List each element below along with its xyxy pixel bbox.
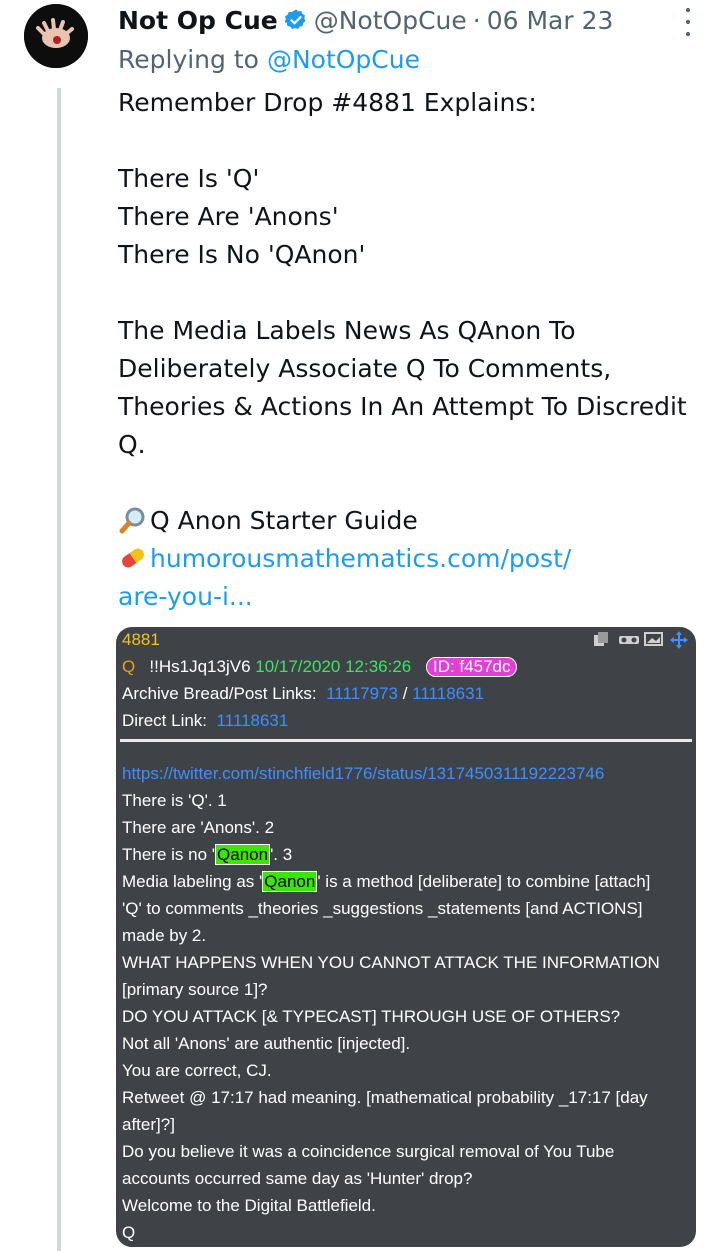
avatar-image: [24, 4, 88, 68]
direct-link-label: Direct Link:: [122, 711, 208, 730]
tweet-line: Deliberately Associate Q To Comments,: [118, 354, 612, 383]
tweet-line: The Media Labels News As QAnon To: [118, 316, 576, 345]
pill-emoji: [122, 548, 144, 568]
archive-label: Archive Bread/Post Links:: [122, 684, 317, 703]
tweet-text: Remember Drop #4881 Explains: There Is '…: [118, 84, 708, 616]
highlight-qanon: Qanon: [262, 871, 318, 892]
replying-to: Replying to @NotOpCue: [118, 40, 420, 78]
drop-text: '. 3: [270, 845, 293, 864]
drop-line: There is no ' Qanon '. 3: [122, 844, 293, 865]
avatar[interactable]: [24, 4, 88, 68]
drop-text: Media labeling as ': [122, 872, 263, 891]
replying-to-handle[interactable]: @NotOpCue: [267, 45, 420, 74]
drop-line: There are 'Anons'. 2: [122, 818, 275, 837]
drop-line: WHAT HAPPENS WHEN YOU CANNOT ATTACK THE …: [122, 953, 660, 972]
more-options-icon[interactable]: [682, 8, 694, 36]
drop-line: after]?]: [122, 1115, 175, 1134]
tripcode: !!Hs1Jq13jV6: [149, 657, 251, 676]
tweet-date[interactable]: 06 Mar 23: [487, 6, 614, 35]
copy-icon[interactable]: [592, 631, 610, 647]
drop-timestamp: 10/17/2020 12:36:26: [255, 657, 412, 676]
drop-line: Do you believe it was a coincidence surg…: [122, 1142, 615, 1161]
tweet-line: Remember Drop #4881 Explains:: [118, 88, 537, 117]
id-badge: ID: f457dc: [425, 657, 518, 677]
archive-separator: /: [402, 684, 408, 703]
image-icon[interactable]: [644, 631, 663, 647]
drop-number: 4881: [122, 630, 160, 650]
magnifying-glass-emoji: [119, 507, 145, 534]
display-name[interactable]: Not Op Cue: [118, 6, 278, 35]
separator-dot: ·: [472, 5, 481, 35]
drop-line: 'Q' to comments _theories _suggestions _…: [122, 899, 643, 918]
external-link-continued[interactable]: are-you-i...: [118, 578, 708, 616]
drop-text: There is no ': [122, 845, 216, 864]
tweet-header: Not Op Cue @NotOpCue · 06 Mar 23: [118, 0, 700, 40]
drop-url-row: https://twitter.com/stinchfield1776/stat…: [122, 764, 604, 784]
thread-line: [57, 88, 61, 1251]
tweet-line: There Is 'Q': [118, 164, 260, 193]
verified-badge-icon: [284, 8, 308, 32]
link-line: humorousmathematics.com/post/: [118, 540, 708, 578]
external-link[interactable]: humorousmathematics.com/post/: [150, 544, 571, 573]
archive-link[interactable]: 11118631: [412, 684, 484, 703]
drop-line: made by 2.: [122, 926, 207, 945]
drop-signature: Q: [122, 1223, 136, 1242]
drop-line: accounts occurred same day as 'Hunter' d…: [122, 1169, 473, 1188]
tweet-line: There Is No 'QAnon': [118, 240, 366, 269]
replying-to-label: Replying to: [118, 44, 259, 74]
guide-label: Q Anon Starter Guide: [150, 506, 418, 535]
drop-line: Media labeling as ' Qanon ' is a method [d…: [122, 871, 651, 892]
drop-url[interactable]: https://twitter.com/stinchfield1776/stat…: [122, 764, 604, 783]
tweet-line: There Are 'Anons': [118, 202, 339, 231]
tweet-line: Q.: [118, 430, 146, 459]
archive-links-row: Archive Bread/Post Links: 11117973 / 111…: [122, 684, 484, 704]
drop-text: ' is a method [deliberate] to combine [a…: [317, 872, 651, 891]
drop-line: DO YOU ATTACK [& TYPECAST] THROUGH USE O…: [122, 1007, 621, 1026]
guide-line: Q Anon Starter Guide: [118, 502, 708, 540]
direct-link[interactable]: 11118631: [216, 711, 288, 730]
glasses-icon[interactable]: [618, 631, 639, 647]
highlight-qanon: Qanon: [215, 844, 271, 865]
drop-line: Retweet @ 17:17 had meaning. [mathematic…: [122, 1088, 648, 1107]
drop-line: Welcome to the Digital Battlefield.: [122, 1196, 376, 1215]
drop-image-card[interactable]: 4881 Q !!Hs1Jq13jV6 10/17/2020 12:36:26 …: [116, 627, 696, 1247]
drop-line: Not all 'Anons' are authentic [injected]…: [122, 1034, 411, 1053]
tweet-line: Theories & Actions In An Attempt To Disc…: [118, 392, 687, 421]
archive-link[interactable]: 11117973: [326, 684, 398, 703]
drop-line: There is 'Q'. 1: [122, 791, 227, 810]
card-divider: [120, 739, 692, 742]
drop-header: Q !!Hs1Jq13jV6 10/17/2020 12:36:26 ID: f…: [122, 657, 518, 677]
drop-number-text: 4881: [122, 630, 160, 649]
direct-link-row: Direct Link: 11118631: [122, 711, 288, 731]
drop-line: [primary source 1]?: [122, 980, 268, 999]
card-toolbar: [592, 631, 688, 649]
drop-author: Q: [122, 657, 136, 676]
handle[interactable]: @NotOpCue: [314, 6, 467, 35]
move-icon[interactable]: [670, 631, 688, 649]
drop-line: You are correct, CJ.: [122, 1061, 272, 1080]
